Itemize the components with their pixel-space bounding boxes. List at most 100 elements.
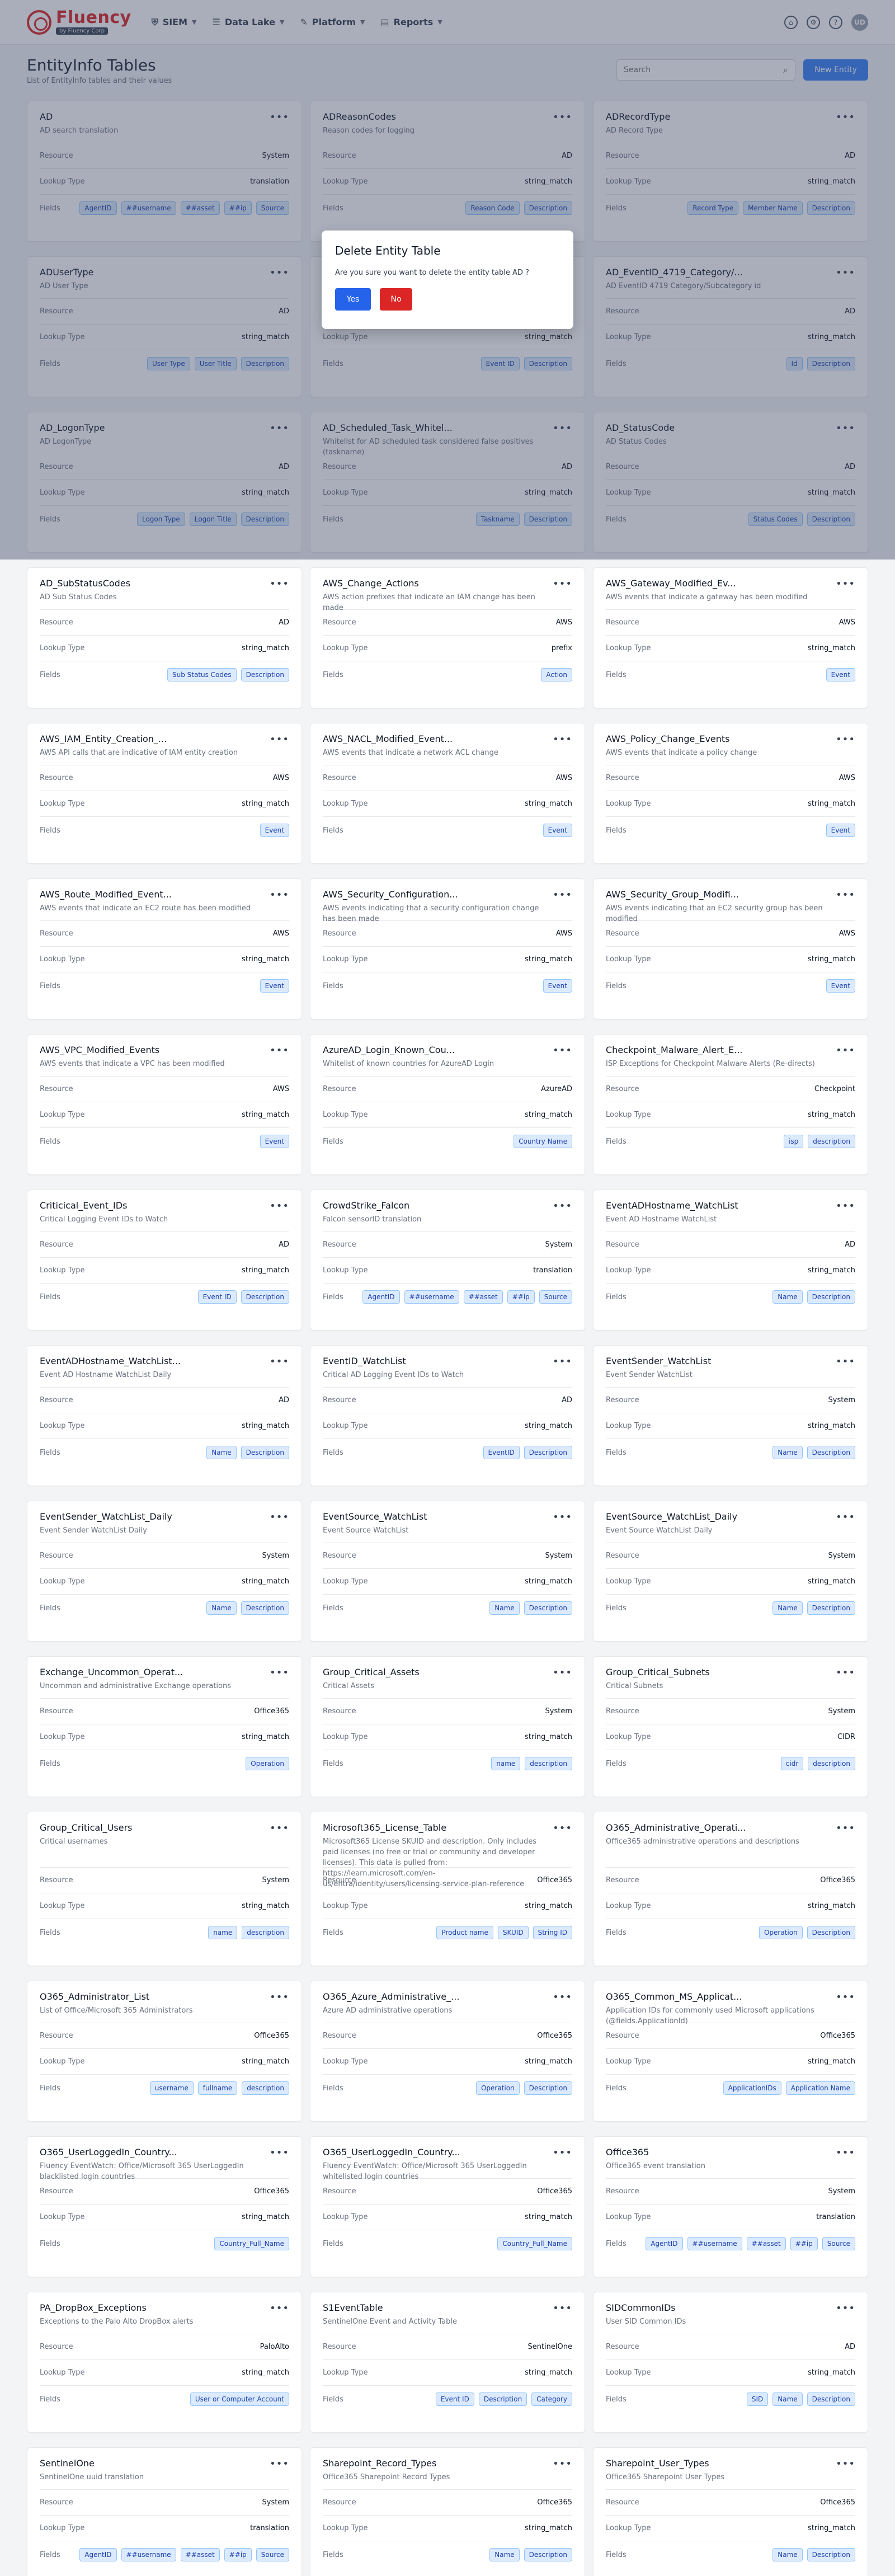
- more-options-icon[interactable]: •••: [553, 578, 572, 590]
- more-options-icon[interactable]: •••: [553, 1991, 572, 2003]
- entity-card[interactable]: EventSource_WatchList_Daily Event Source …: [593, 1501, 868, 1642]
- entity-card[interactable]: S1EventTable SentinelOne Event and Activi…: [310, 2292, 585, 2433]
- more-options-icon[interactable]: •••: [553, 1356, 572, 1367]
- card-title: Exchange_Uncommon_Operat...: [40, 1667, 183, 1677]
- more-options-icon[interactable]: •••: [270, 2302, 289, 2314]
- entity-card[interactable]: AWS_Security_Configuration... AWS events …: [310, 878, 585, 1019]
- entity-card[interactable]: AWS_Change_Actions AWS action prefixes th…: [310, 567, 585, 708]
- entity-card[interactable]: O365_UserLoggedIn_Country... Fluency Even…: [310, 2136, 585, 2277]
- entity-card[interactable]: EventADHostname_WatchList Event AD Hostna…: [593, 1190, 868, 1331]
- confirm-yes-button[interactable]: Yes: [335, 288, 371, 311]
- entity-card[interactable]: O365_Administrator_List List of Office/Mi…: [27, 1981, 302, 2122]
- more-options-icon[interactable]: •••: [553, 1667, 572, 1679]
- more-options-icon[interactable]: •••: [836, 2458, 855, 2470]
- more-options-icon[interactable]: •••: [270, 1822, 289, 1834]
- entity-card[interactable]: AzureAD_Login_Known_Cou... Whitelist of k…: [310, 1034, 585, 1175]
- resource-label: Resource: [323, 929, 356, 938]
- more-options-icon[interactable]: •••: [553, 1511, 572, 1523]
- resource-value: AWS: [555, 618, 572, 627]
- entity-card[interactable]: EventSource_WatchList Event Source WatchL…: [310, 1501, 585, 1642]
- entity-card[interactable]: Office365 Office365 event translation ••• R…: [593, 2136, 868, 2277]
- entity-card[interactable]: AWS_IAM_Entity_Creation_... AWS API calls…: [27, 723, 302, 864]
- more-options-icon[interactable]: •••: [553, 2147, 572, 2159]
- more-options-icon[interactable]: •••: [553, 2302, 572, 2314]
- more-options-icon[interactable]: •••: [270, 734, 289, 745]
- entity-card[interactable]: O365_Administrative_Operati... Office365 …: [593, 1812, 868, 1966]
- more-options-icon[interactable]: •••: [836, 2147, 855, 2159]
- more-options-icon[interactable]: •••: [836, 1200, 855, 1212]
- entity-card[interactable]: AD_SubStatusCodes AD Sub Status Codes ••• R…: [27, 567, 302, 708]
- more-options-icon[interactable]: •••: [836, 1822, 855, 1834]
- more-options-icon[interactable]: •••: [553, 1045, 572, 1056]
- more-options-icon[interactable]: •••: [836, 1667, 855, 1679]
- resource-value: AD: [279, 1396, 289, 1404]
- more-options-icon[interactable]: •••: [270, 1991, 289, 2003]
- more-options-icon[interactable]: •••: [836, 1356, 855, 1367]
- entity-card[interactable]: Checkpoint_Malware_Alert_E... ISP Excepti…: [593, 1034, 868, 1175]
- entity-card[interactable]: AWS_VPC_Modified_Events AWS events that i…: [27, 1034, 302, 1175]
- more-options-icon[interactable]: •••: [836, 1991, 855, 2003]
- more-options-icon[interactable]: •••: [270, 1667, 289, 1679]
- entity-card[interactable]: EventADHostname_WatchList... Event AD Hos…: [27, 1345, 302, 1486]
- fields-label: Fields: [323, 982, 343, 990]
- field-tags: EventID Description: [483, 1446, 572, 1459]
- more-options-icon[interactable]: •••: [270, 578, 289, 590]
- entity-card[interactable]: Microsoft365_License_Table Microsoft365 L…: [310, 1812, 585, 1966]
- card-description: AWS events that indicate a network ACL c…: [323, 749, 498, 757]
- entity-card[interactable]: SIDCommonIDs User SID Common IDs ••• Resour…: [593, 2292, 868, 2433]
- entity-card[interactable]: Sharepoint_User_Types Office365 Sharepoin…: [593, 2447, 868, 2576]
- entity-card[interactable]: O365_Azure_Administrative_... Azure AD ad…: [310, 1981, 585, 2122]
- entity-card[interactable]: Group_Critical_Assets Critical Assets ••• R…: [310, 1656, 585, 1797]
- more-options-icon[interactable]: •••: [270, 889, 289, 901]
- entity-card[interactable]: O365_Common_MS_Applicat... Application ID…: [593, 1981, 868, 2122]
- more-options-icon[interactable]: •••: [553, 2458, 572, 2470]
- more-options-icon[interactable]: •••: [270, 1045, 289, 1056]
- entity-card[interactable]: CrowdStrike_Falcon Falcon sensorID transl…: [310, 1190, 585, 1331]
- entity-card[interactable]: O365_UserLoggedIn_Country... Fluency Even…: [27, 2136, 302, 2277]
- field-tag: Name: [206, 1601, 237, 1615]
- entity-card[interactable]: SentinelOne SentinelOne uuid translation •…: [27, 2447, 302, 2576]
- field-tags: AgentID ##username ##asset ##ip Source: [362, 1290, 572, 1304]
- cancel-no-button[interactable]: No: [380, 288, 412, 311]
- entity-card[interactable]: PA_DropBox_Exceptions Exceptions to the P…: [27, 2292, 302, 2433]
- entity-card[interactable]: AWS_NACL_Modified_Event... AWS events tha…: [310, 723, 585, 864]
- lookup-type-label: Lookup Type: [606, 800, 651, 808]
- entity-card[interactable]: Criticical_Event_IDs Critical Logging Eve…: [27, 1190, 302, 1331]
- more-options-icon[interactable]: •••: [553, 889, 572, 901]
- more-options-icon[interactable]: •••: [553, 1200, 572, 1212]
- more-options-icon[interactable]: •••: [836, 889, 855, 901]
- entity-card[interactable]: Sharepoint_Record_Types Office365 Sharepo…: [310, 2447, 585, 2576]
- card-title: PA_DropBox_Exceptions: [40, 2302, 147, 2313]
- entity-card[interactable]: AWS_Security_Group_Modifi... AWS events i…: [593, 878, 868, 1019]
- more-options-icon[interactable]: •••: [270, 1356, 289, 1367]
- more-options-icon[interactable]: •••: [836, 1511, 855, 1523]
- more-options-icon[interactable]: •••: [553, 1822, 572, 1834]
- modal-backdrop[interactable]: Delete Entity Table Are you sure you wan…: [0, 0, 895, 560]
- more-options-icon[interactable]: •••: [270, 1511, 289, 1523]
- more-options-icon[interactable]: •••: [836, 2302, 855, 2314]
- card-title: O365_Administrative_Operati...: [606, 1822, 746, 1833]
- entity-card[interactable]: EventSender_WatchList_Daily Event Sender …: [27, 1501, 302, 1642]
- more-options-icon[interactable]: •••: [270, 2458, 289, 2470]
- more-options-icon[interactable]: •••: [270, 2147, 289, 2159]
- more-options-icon[interactable]: •••: [836, 1045, 855, 1056]
- field-tag: Event ID: [197, 1290, 237, 1304]
- card-title: Group_Critical_Assets: [323, 1667, 420, 1677]
- resource-label: Resource: [606, 1085, 639, 1093]
- lookup-type-label: Lookup Type: [40, 1577, 85, 1586]
- entity-card[interactable]: AWS_Gateway_Modified_Ev... AWS events tha…: [593, 567, 868, 708]
- entity-card[interactable]: AWS_Policy_Change_Events AWS events that …: [593, 723, 868, 864]
- more-options-icon[interactable]: •••: [836, 578, 855, 590]
- entity-card[interactable]: Group_Critical_Subnets Critical Subnets ••…: [593, 1656, 868, 1797]
- entity-card[interactable]: Exchange_Uncommon_Operat... Uncommon and …: [27, 1656, 302, 1797]
- field-tag: Description: [241, 1290, 289, 1304]
- entity-card[interactable]: EventSender_WatchList Event Sender WatchL…: [593, 1345, 868, 1486]
- lookup-type-label: Lookup Type: [323, 1111, 368, 1119]
- entity-card[interactable]: Group_Critical_Users Critical usernames ••…: [27, 1812, 302, 1966]
- entity-card[interactable]: EventID_WatchList Critical AD Logging Eve…: [310, 1345, 585, 1486]
- entity-card[interactable]: AWS_Route_Modified_Event... AWS events th…: [27, 878, 302, 1019]
- card-description: ISP Exceptions for Checkpoint Malware Al…: [606, 1060, 815, 1068]
- more-options-icon[interactable]: •••: [270, 1200, 289, 1212]
- more-options-icon[interactable]: •••: [836, 734, 855, 745]
- more-options-icon[interactable]: •••: [553, 734, 572, 745]
